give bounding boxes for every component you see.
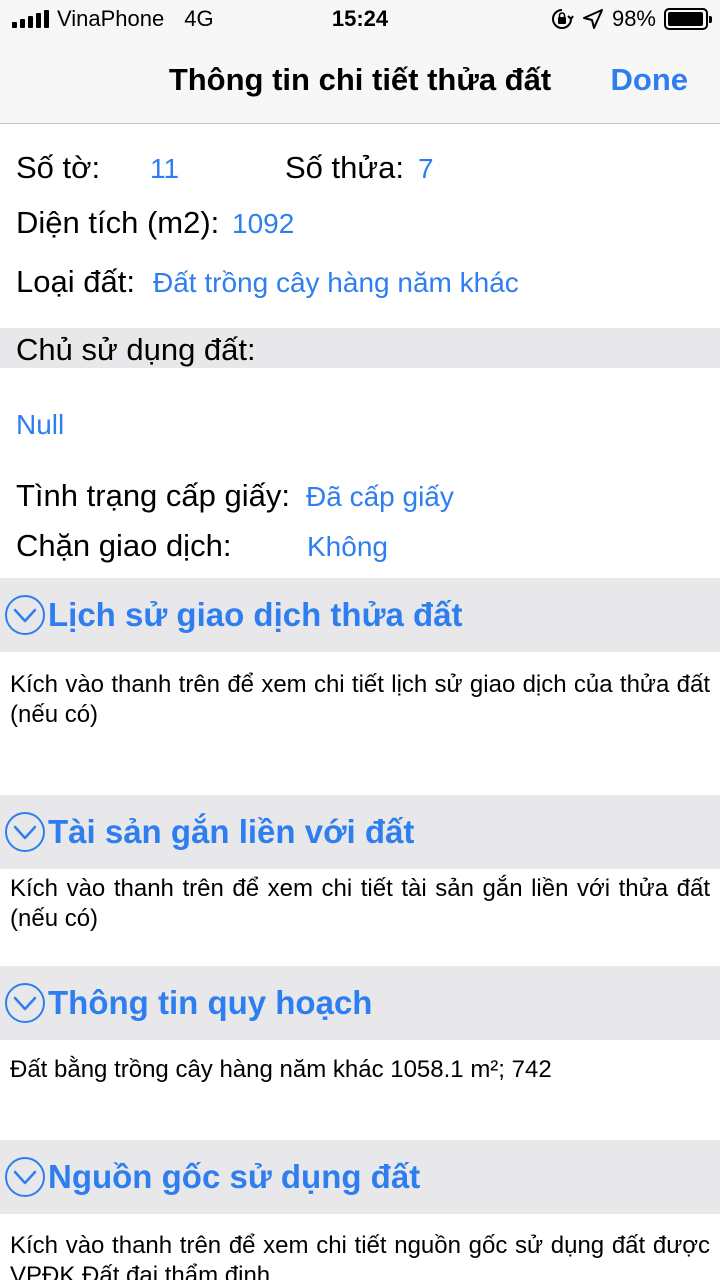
dien-tich-value: 1092	[232, 208, 295, 239]
cap-giay-label: Tình trạng cấp giấy:	[16, 478, 290, 513]
section-title: Lịch sử giao dịch thửa đất	[48, 596, 463, 633]
chevron-down-icon	[5, 983, 45, 1023]
status-bar: VinaPhone 4G 15:24 98%	[0, 0, 720, 40]
cap-giay-value: Đã cấp giấy	[306, 481, 454, 512]
chevron-down-icon	[5, 1157, 45, 1197]
chan-giao-dich-label: Chặn giao dịch:	[16, 528, 232, 563]
loai-dat-label: Loại đất:	[16, 264, 135, 299]
section-description: Kích vào thanh trên để xem chi tiết tài …	[10, 875, 710, 932]
done-button[interactable]: Done	[611, 62, 689, 98]
section-header-lich-su[interactable]: Lịch sử giao dịch thửa đất	[0, 578, 720, 652]
so-to-value: 11	[150, 153, 180, 184]
so-to-label: Số tờ:	[16, 150, 101, 185]
section-title: Nguồn gốc sử dụng đất	[48, 1158, 421, 1195]
section-title: Thông tin quy hoạch	[48, 984, 373, 1021]
chevron-down-icon	[5, 812, 45, 852]
section-header-quy-hoach[interactable]: Thông tin quy hoạch	[0, 966, 720, 1040]
orientation-lock-icon	[551, 9, 574, 29]
owner-value: Null	[16, 409, 65, 440]
chan-giao-dich-value: Không	[307, 531, 388, 562]
section-description: Kích vào thanh trên để xem chi tiết lịch…	[10, 671, 710, 728]
dien-tich-label: Diện tích (m2):	[16, 205, 220, 240]
so-thua-label: Số thửa:	[285, 150, 404, 185]
navigation-bar: Thông tin chi tiết thửa đất Done	[0, 40, 720, 124]
battery-fill	[668, 12, 704, 26]
location-arrow-icon	[582, 9, 603, 29]
so-thua-value: 7	[418, 153, 434, 184]
chevron-down-icon	[5, 595, 45, 635]
battery-percent: 98%	[611, 6, 656, 31]
battery-icon	[664, 8, 712, 30]
owner-heading: Chủ sử dụng đất:	[16, 332, 256, 367]
section-header-tai-san[interactable]: Tài sản gắn liền với đất	[0, 795, 720, 869]
section-header-nguon-goc[interactable]: Nguồn gốc sử dụng đất	[0, 1140, 720, 1214]
status-right: 98%	[550, 6, 712, 32]
section-description: Đất bằng trồng cây hàng năm khác 1058.1 …	[10, 1056, 552, 1083]
loai-dat-value: Đất trồng cây hàng năm khác	[153, 267, 519, 298]
section-description: Kích vào thanh trên để xem chi tiết nguồ…	[10, 1232, 710, 1280]
section-title: Tài sản gắn liền với đất	[48, 813, 415, 850]
